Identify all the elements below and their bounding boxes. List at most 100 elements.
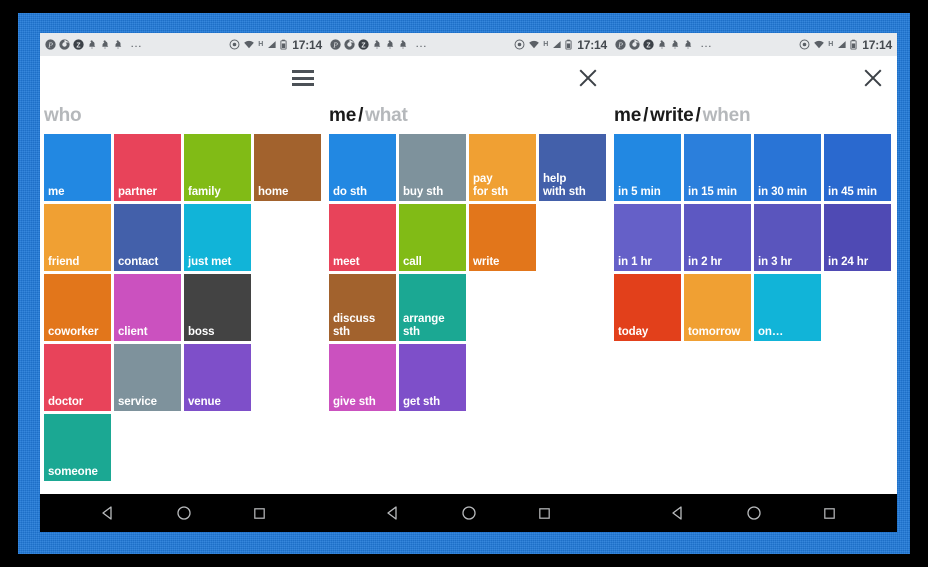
- tile-label: someone: [48, 466, 98, 479]
- hamburger-icon[interactable]: [292, 70, 314, 86]
- home-circle-icon[interactable]: [461, 505, 477, 521]
- recents-square-icon[interactable]: [252, 506, 267, 521]
- svg-text:P: P: [47, 40, 53, 49]
- home-circle-icon[interactable]: [746, 505, 762, 521]
- wifi-icon: [813, 39, 825, 50]
- tile-in-24-hr[interactable]: in 24 hr: [824, 204, 891, 271]
- home-circle-icon[interactable]: [176, 505, 192, 521]
- target-icon: [229, 39, 240, 50]
- status-bar: P Z … H 17:14: [40, 33, 327, 56]
- breadcrumb-segment[interactable]: write: [650, 105, 694, 126]
- tile-label: do sth: [333, 186, 367, 199]
- breadcrumb-segment[interactable]: who: [44, 105, 82, 126]
- tile-do-sth[interactable]: do sth: [329, 134, 396, 201]
- tile-label: tomorrow: [688, 326, 741, 339]
- tile-boss[interactable]: boss: [184, 274, 251, 341]
- breadcrumb-segment[interactable]: what: [365, 105, 408, 126]
- tile-in-2-hr[interactable]: in 2 hr: [684, 204, 751, 271]
- tile-family[interactable]: family: [184, 134, 251, 201]
- back-triangle-icon[interactable]: [100, 505, 116, 521]
- target-icon: [799, 39, 810, 50]
- svg-text:P: P: [332, 40, 338, 49]
- tile-contact[interactable]: contact: [114, 204, 181, 271]
- z-badge-icon: Z: [643, 39, 654, 50]
- status-bar-system: H 17:14: [229, 38, 322, 52]
- tile-give-sth[interactable]: give sth: [329, 344, 396, 411]
- back-triangle-icon[interactable]: [385, 505, 401, 521]
- tile-label: coworker: [48, 326, 99, 339]
- tile-label: write: [473, 256, 500, 269]
- bell-icon: [385, 39, 395, 50]
- tile-coworker[interactable]: coworker: [44, 274, 111, 341]
- tile-spacer: [254, 344, 321, 411]
- recents-square-icon[interactable]: [537, 506, 552, 521]
- tile-label: home: [258, 186, 289, 199]
- bell-icon: [398, 39, 408, 50]
- back-triangle-icon[interactable]: [670, 505, 686, 521]
- tile-client[interactable]: client: [114, 274, 181, 341]
- android-nav-bar: [325, 494, 612, 532]
- recents-square-icon[interactable]: [822, 506, 837, 521]
- breadcrumb-segment[interactable]: me: [329, 105, 356, 126]
- tile-pay-for-sth[interactable]: pay for sth: [469, 134, 536, 201]
- tile-call[interactable]: call: [399, 204, 466, 271]
- tile-grid: do sth buy sth pay for sth help with sth…: [325, 134, 612, 494]
- tile-just-met[interactable]: just met: [184, 204, 251, 271]
- tile-meet[interactable]: meet: [329, 204, 396, 271]
- tile-label: just met: [188, 256, 232, 269]
- tile-buy-sth[interactable]: buy sth: [399, 134, 466, 201]
- phone-screen-when: P Z … H 17:14 me / write / when in 5 min…: [610, 33, 897, 532]
- tile-on-date[interactable]: on…: [754, 274, 821, 341]
- tile-home[interactable]: home: [254, 134, 321, 201]
- network-type-label: H: [828, 40, 834, 48]
- tile-in-3-hr[interactable]: in 3 hr: [754, 204, 821, 271]
- tile-label: in 2 hr: [688, 256, 722, 269]
- tile-label: friend: [48, 256, 80, 269]
- wifi-icon: [528, 39, 540, 50]
- pinterest-icon: P: [615, 39, 626, 50]
- tile-write[interactable]: write: [469, 204, 536, 271]
- signal-icon: [836, 39, 847, 50]
- tile-me[interactable]: me: [44, 134, 111, 201]
- tile-today[interactable]: today: [614, 274, 681, 341]
- tile-label: pay for sth: [473, 173, 509, 199]
- tile-partner[interactable]: partner: [114, 134, 181, 201]
- clock-label: 17:14: [292, 37, 322, 52]
- tile-tomorrow[interactable]: tomorrow: [684, 274, 751, 341]
- svg-text:Z: Z: [361, 42, 365, 49]
- phone-screen-who: P Z … H 17:14 who me partner family home…: [40, 33, 327, 532]
- breadcrumb-segment[interactable]: when: [703, 105, 751, 126]
- tile-discuss-sth[interactable]: discuss sth: [329, 274, 396, 341]
- breadcrumb-segment[interactable]: me: [614, 105, 641, 126]
- bell-icon: [113, 39, 123, 50]
- tile-label: me: [48, 186, 65, 199]
- tile-in-15-min[interactable]: in 15 min: [684, 134, 751, 201]
- overflow-icon: …: [700, 35, 713, 50]
- tile-help-with-sth[interactable]: help with sth: [539, 134, 606, 201]
- tile-in-30-min[interactable]: in 30 min: [754, 134, 821, 201]
- page-title: who: [40, 100, 327, 134]
- tile-arrange-sth[interactable]: arrange sth: [399, 274, 466, 341]
- tile-service[interactable]: service: [114, 344, 181, 411]
- tile-get-sth[interactable]: get sth: [399, 344, 466, 411]
- tile-in-1-hr[interactable]: in 1 hr: [614, 204, 681, 271]
- clock-label: 17:14: [577, 37, 607, 52]
- tile-friend[interactable]: friend: [44, 204, 111, 271]
- close-icon[interactable]: [862, 67, 884, 89]
- tile-doctor[interactable]: doctor: [44, 344, 111, 411]
- tile-in-45-min[interactable]: in 45 min: [824, 134, 891, 201]
- tile-venue[interactable]: venue: [184, 344, 251, 411]
- tile-label: venue: [188, 396, 221, 409]
- tile-label: in 45 min: [828, 186, 877, 199]
- pinterest-icon: P: [330, 39, 341, 50]
- tile-someone[interactable]: someone: [44, 414, 111, 481]
- close-icon[interactable]: [577, 67, 599, 89]
- app-bar: [610, 56, 897, 100]
- tile-label: give sth: [333, 396, 376, 409]
- breadcrumb-separator: /: [358, 105, 364, 127]
- tile-spacer: [469, 274, 536, 341]
- tile-label: in 1 hr: [618, 256, 652, 269]
- tile-in-5-min[interactable]: in 5 min: [614, 134, 681, 201]
- page-title: me / write / when: [610, 100, 897, 134]
- chrome-icon: [344, 39, 355, 50]
